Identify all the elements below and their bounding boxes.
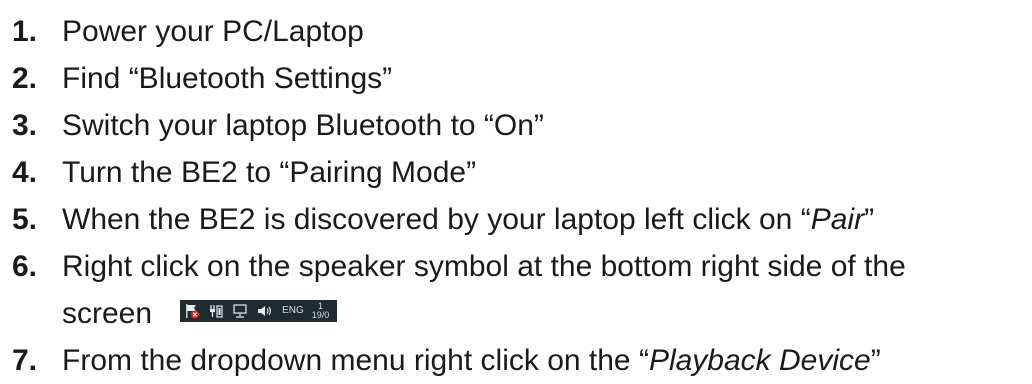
step-text-line-1: Right click on the speaker symbol at the… (62, 250, 906, 283)
step-text: Switch your laptop Bluetooth to “On” (62, 109, 544, 142)
list-item: 2. Find “Bluetooth Settings” (12, 55, 1027, 102)
list-item: 3. Switch your laptop Bluetooth to “On” (12, 102, 1027, 149)
language-indicator: ENG (282, 305, 304, 317)
power-plug-icon (208, 303, 224, 319)
step-text: Right click on the speaker symbol at the… (62, 243, 1027, 337)
taskbar-tray-image: ENG 1 19/0 (180, 300, 338, 323)
step-number: 1. (12, 15, 38, 48)
step-text-end: ” (870, 344, 881, 377)
step-text-line-2: screen ENG 1 19/0 (62, 290, 1027, 337)
step-text: Power your PC/Laptop (62, 15, 364, 48)
list-item: 6. Right click on the speaker symbol at … (12, 243, 1027, 337)
list-item: 4. Turn the BE2 to “Pairing Mode” (12, 149, 1027, 196)
step-text-start: From the dropdown menu right click on th… (62, 344, 649, 377)
step-text-emphasis: Playback Device (648, 344, 871, 377)
step-text-screen: screen (62, 297, 153, 330)
network-icon (232, 303, 248, 319)
step-number: 7. (12, 344, 38, 377)
step-text: Turn the BE2 to “Pairing Mode” (62, 156, 477, 189)
step-number: 4. (12, 156, 38, 189)
step-text: When the BE2 is discovered by your lapto… (62, 196, 1027, 243)
step-number: 5. (12, 203, 38, 236)
list-item: 5. When the BE2 is discovered by your la… (12, 196, 1027, 243)
step-text-emphasis: Pair (810, 203, 865, 236)
list-item: 7. From the dropdown menu right click on… (12, 337, 1027, 384)
step-text: From the dropdown menu right click on th… (62, 337, 1027, 384)
step-number: 6. (12, 250, 38, 283)
flag-error-icon (184, 303, 200, 319)
list-item: 1. Power your PC/Laptop (12, 8, 1027, 55)
clock-date: 19/0 (311, 310, 330, 321)
clock: 1 19/0 (312, 302, 330, 320)
step-text: Find “Bluetooth Settings” (62, 62, 393, 95)
step-number: 3. (12, 109, 38, 142)
instruction-list: 1. Power your PC/Laptop 2. Find “Bluetoo… (12, 8, 1027, 384)
speaker-icon (256, 303, 274, 319)
step-text-end: ” (864, 203, 875, 236)
step-number: 2. (12, 62, 38, 95)
step-text-start: When the BE2 is discovered by your lapto… (62, 203, 811, 236)
